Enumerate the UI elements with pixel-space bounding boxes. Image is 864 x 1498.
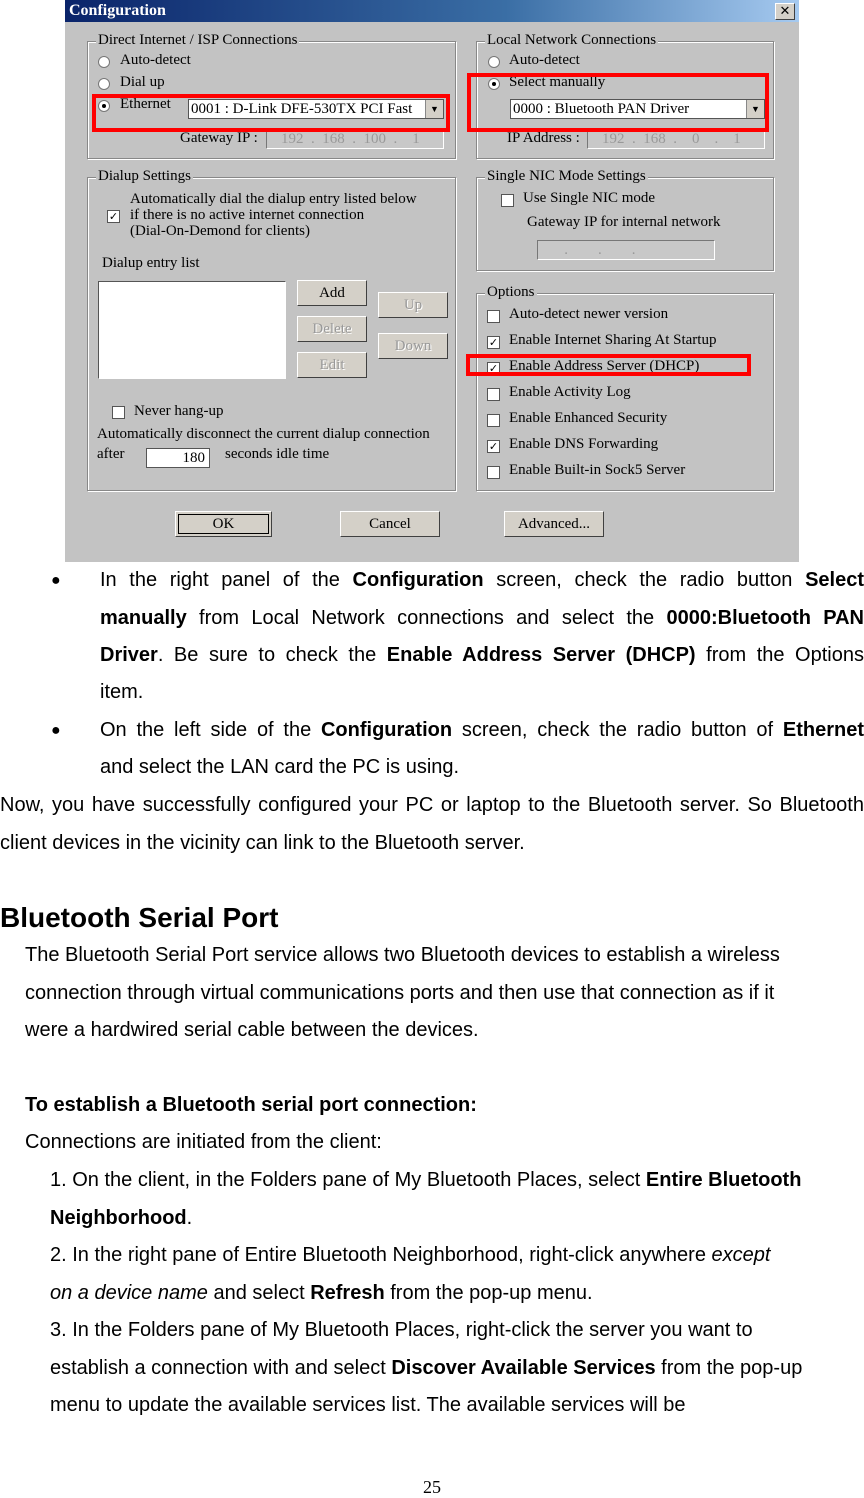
step-3-line-3: menu to update the available services li… — [50, 1394, 686, 1416]
auto-dial-checkbox[interactable]: ✓ — [107, 210, 120, 223]
bullet-icon: ● — [51, 722, 61, 739]
single-nic-label: Use Single NIC mode — [523, 190, 656, 206]
auto-disconnect-label: Automatically disconnect the current dia… — [97, 426, 430, 442]
option-label: Auto-detect newer version — [509, 306, 669, 322]
idle-time-input[interactable]: 180 — [146, 448, 210, 468]
option-checkbox[interactable]: ✓ — [487, 336, 500, 349]
gateway-ip-label: Gateway IP : — [180, 130, 258, 146]
group-legend: Single NIC Mode Settings — [485, 168, 648, 185]
intro-line: were a hardwired serial cable between th… — [25, 1019, 479, 1041]
internal-gateway-field[interactable]: . . . — [537, 240, 715, 260]
bullet-1-line-1: In the right panel of the Configuration … — [100, 569, 864, 591]
intro-line: connection through virtual communication… — [25, 982, 775, 1004]
option-label: Enable Activity Log — [509, 384, 631, 400]
dial-up-radio[interactable] — [98, 78, 110, 90]
never-hang-up-checkbox[interactable] — [112, 406, 125, 419]
bullet-1-line-2: manually from Local Network connections … — [100, 607, 864, 629]
idle-unit-label: seconds idle time — [225, 446, 330, 462]
subheading: To establish a Bluetooth serial port con… — [25, 1094, 477, 1116]
down-button[interactable]: Down — [378, 333, 448, 359]
section-heading: Bluetooth Serial Port — [0, 902, 279, 933]
option-checkbox[interactable] — [487, 414, 500, 427]
ip-address-field[interactable]: 192 . 168 . 0 . 1 — [587, 129, 765, 149]
auto-detect-label: Auto-detect — [120, 52, 191, 68]
auto-detect-radio[interactable] — [98, 56, 110, 68]
intro-line: The Bluetooth Serial Port service allows… — [25, 944, 780, 966]
bullet-2-line-2: and select the LAN card the PC is using. — [100, 756, 460, 778]
step-3-line-2: establish a connection with and select D… — [50, 1357, 803, 1379]
single-nic-checkbox[interactable] — [501, 194, 514, 207]
paragraph-line: client devices in the vicinity can link … — [0, 832, 525, 854]
dialup-entry-list[interactable] — [98, 281, 286, 379]
initiated-text: Connections are initiated from the clien… — [25, 1131, 382, 1153]
step-2-line-2: on a device name and select Refresh from… — [50, 1282, 593, 1304]
local-auto-detect-label: Auto-detect — [509, 52, 580, 68]
option-label: Enable Internet Sharing At Startup — [509, 332, 717, 348]
ok-button[interactable]: OK — [175, 511, 272, 537]
step-3-line-1: 3. In the Folders pane of My Bluetooth P… — [50, 1319, 753, 1341]
group-legend: Direct Internet / ISP Connections — [96, 32, 300, 49]
bullet-2-line-1: On the left side of the Configuration sc… — [100, 719, 864, 741]
option-checkbox[interactable] — [487, 466, 500, 479]
group-legend: Local Network Connections — [485, 32, 659, 49]
group-legend: Dialup Settings — [96, 168, 193, 185]
step-1-line-1: 1. On the client, in the Folders pane of… — [50, 1169, 802, 1191]
title-bar: Configuration ✕ — [65, 0, 799, 22]
delete-button[interactable]: Delete — [297, 316, 367, 342]
option-label: Enable Built-in Sock5 Server — [509, 462, 686, 478]
dial-up-label: Dial up — [120, 74, 165, 90]
option-checkbox[interactable] — [487, 310, 500, 323]
add-button[interactable]: Add — [297, 280, 367, 306]
ip-address-label: IP Address : — [507, 130, 580, 146]
after-label: after — [97, 446, 125, 462]
cancel-button[interactable]: Cancel — [340, 511, 440, 537]
bullet-1-line-3: Driver. Be sure to check the Enable Addr… — [100, 644, 864, 666]
step-2-line-1: 2. In the right pane of Entire Bluetooth… — [50, 1244, 771, 1266]
bullet-1-line-4: item. — [100, 681, 144, 703]
close-icon[interactable]: ✕ — [775, 3, 795, 20]
advanced-button[interactable]: Advanced... — [504, 511, 604, 537]
gateway-ip-field[interactable]: 192 . 168 . 100 . 1 — [266, 129, 444, 149]
group-legend: Options — [485, 284, 537, 301]
option-checkbox[interactable] — [487, 388, 500, 401]
up-button[interactable]: Up — [378, 292, 448, 318]
step-1-line-2: Neighborhood. — [50, 1207, 193, 1229]
bullet-icon: ● — [51, 572, 61, 589]
single-nic-group: Single NIC Mode Settings Use Single NIC … — [476, 168, 774, 271]
highlight-dhcp — [466, 354, 751, 376]
internal-gateway-label: Gateway IP for internal network — [527, 214, 721, 230]
option-checkbox[interactable]: ✓ — [487, 440, 500, 453]
local-auto-detect-radio[interactable] — [488, 56, 500, 68]
never-hang-up-label: Never hang-up — [134, 403, 224, 419]
option-label: Enable Enhanced Security — [509, 410, 668, 426]
dialup-settings-group: Dialup Settings ✓ Automatically dial the… — [87, 168, 456, 491]
auto-dial-label: Automatically dial the dialup entry list… — [130, 191, 417, 239]
edit-button[interactable]: Edit — [297, 352, 367, 378]
highlight-ethernet — [92, 94, 450, 132]
options-group: Options Auto-detect newer version ✓ Enable… — [476, 284, 774, 491]
highlight-select-manually — [467, 73, 769, 132]
paragraph-line: Now, you have successfully configured yo… — [0, 794, 864, 816]
option-label: Enable DNS Forwarding — [509, 436, 659, 452]
dialog-title: Configuration — [69, 2, 166, 19]
dialup-entry-list-label: Dialup entry list — [102, 255, 200, 271]
